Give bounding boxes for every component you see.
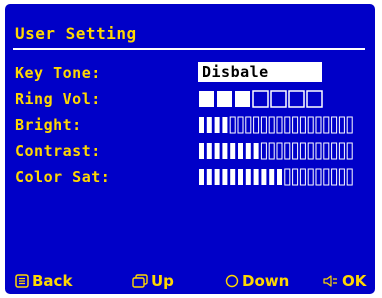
contrast-label: Contrast: bbox=[15, 142, 101, 160]
contrast-bar[interactable] bbox=[198, 142, 358, 160]
level-segment-empty bbox=[268, 116, 275, 134]
level-segment-empty bbox=[299, 142, 306, 160]
level-segment-empty bbox=[229, 116, 236, 134]
level-segment-empty bbox=[307, 116, 314, 134]
level-segment-filled bbox=[245, 169, 251, 185]
ok-button[interactable]: OK bbox=[323, 270, 366, 292]
level-segment-empty bbox=[338, 116, 345, 134]
level-segment-empty bbox=[252, 90, 269, 108]
level-segment-empty bbox=[331, 116, 338, 134]
level-segment-filled bbox=[261, 169, 267, 185]
up-button[interactable]: Up bbox=[132, 270, 174, 292]
level-segment-filled bbox=[222, 143, 228, 159]
level-segment-filled bbox=[217, 91, 232, 107]
level-segment-filled bbox=[199, 117, 204, 133]
level-segment-empty bbox=[331, 142, 338, 160]
level-segment-empty bbox=[245, 116, 252, 134]
user-setting-screen: User Setting Key Tone: Disbale Ring Vol:… bbox=[5, 4, 375, 294]
title-divider bbox=[13, 48, 365, 50]
level-segment-filled bbox=[222, 117, 228, 133]
level-segment-empty bbox=[338, 168, 345, 186]
level-segment-empty bbox=[284, 116, 291, 134]
level-segment-empty bbox=[260, 142, 267, 160]
level-segment-filled bbox=[238, 169, 243, 185]
down-button[interactable]: Down bbox=[225, 270, 289, 292]
level-segment-empty bbox=[292, 142, 299, 160]
bright-label: Bright: bbox=[15, 116, 82, 134]
level-segment-empty bbox=[306, 90, 323, 108]
level-segment-empty bbox=[338, 142, 345, 160]
bright-bar[interactable] bbox=[198, 116, 358, 134]
footer-button-bar: Back Up Down OK bbox=[5, 270, 375, 292]
level-segment-empty bbox=[276, 142, 283, 160]
level-segment-empty bbox=[323, 116, 330, 134]
level-segment-empty bbox=[270, 90, 287, 108]
level-segment-empty bbox=[284, 168, 291, 186]
level-segment-empty bbox=[299, 168, 306, 186]
level-segment-filled bbox=[214, 169, 220, 185]
level-segment-filled bbox=[214, 117, 220, 133]
level-segment-filled bbox=[269, 169, 275, 185]
menu-icon bbox=[15, 274, 29, 288]
level-segment-empty bbox=[299, 116, 306, 134]
level-segment-empty bbox=[331, 168, 338, 186]
level-segment-empty bbox=[253, 116, 260, 134]
level-segment-filled bbox=[199, 143, 204, 159]
level-segment-filled bbox=[206, 143, 212, 159]
ring-vol-label: Ring Vol: bbox=[15, 90, 101, 108]
level-segment-filled bbox=[230, 143, 236, 159]
ring-vol-bar[interactable] bbox=[198, 90, 328, 108]
level-segment-filled bbox=[222, 169, 228, 185]
level-segment-filled bbox=[253, 143, 259, 159]
key-tone-value[interactable]: Disbale bbox=[198, 62, 322, 82]
level-segment-filled bbox=[214, 143, 220, 159]
level-segment-filled bbox=[238, 143, 243, 159]
level-segment-empty bbox=[323, 168, 330, 186]
back-label: Back bbox=[32, 272, 73, 290]
speaker-icon bbox=[323, 275, 337, 287]
color-sat-label: Color Sat: bbox=[15, 168, 111, 186]
level-segment-filled bbox=[245, 143, 251, 159]
level-segment-filled bbox=[199, 169, 204, 185]
screen-title: User Setting bbox=[15, 24, 137, 43]
level-segment-empty bbox=[346, 116, 353, 134]
down-label: Down bbox=[242, 272, 290, 290]
key-tone-label: Key Tone: bbox=[15, 64, 101, 82]
level-segment-empty bbox=[288, 90, 305, 108]
circle-icon bbox=[225, 274, 239, 288]
level-segment-filled bbox=[230, 169, 236, 185]
level-segment-filled bbox=[206, 169, 212, 185]
level-segment-empty bbox=[292, 168, 299, 186]
level-segment-empty bbox=[276, 116, 283, 134]
window-icon bbox=[132, 274, 148, 288]
level-segment-filled bbox=[199, 91, 214, 107]
level-segment-empty bbox=[292, 116, 299, 134]
level-segment-empty bbox=[284, 142, 291, 160]
level-segment-filled bbox=[235, 91, 250, 107]
level-segment-filled bbox=[206, 117, 212, 133]
level-segment-empty bbox=[315, 142, 322, 160]
level-segment-empty bbox=[346, 168, 353, 186]
level-segment-empty bbox=[346, 142, 353, 160]
level-segment-empty bbox=[307, 142, 314, 160]
color-sat-bar[interactable] bbox=[198, 168, 358, 186]
level-segment-filled bbox=[253, 169, 259, 185]
level-segment-empty bbox=[268, 142, 275, 160]
ok-label: OK bbox=[342, 272, 367, 290]
level-segment-empty bbox=[315, 168, 322, 186]
level-segment-empty bbox=[260, 116, 267, 134]
level-segment-empty bbox=[323, 142, 330, 160]
level-segment-empty bbox=[307, 168, 314, 186]
up-label: Up bbox=[151, 272, 174, 290]
level-segment-empty bbox=[237, 116, 244, 134]
level-segment-empty bbox=[315, 116, 322, 134]
back-button[interactable]: Back bbox=[15, 270, 72, 292]
level-segment-filled bbox=[277, 169, 282, 185]
